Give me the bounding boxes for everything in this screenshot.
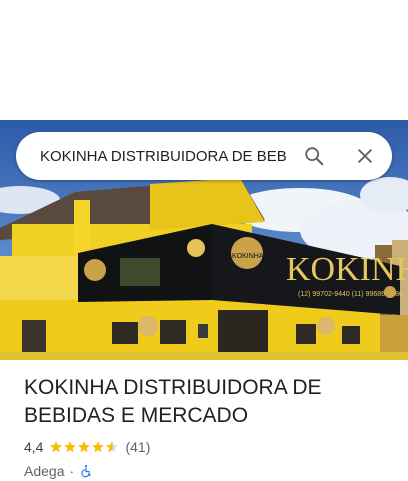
map-top-area: [0, 0, 408, 120]
star-icon: [92, 441, 105, 453]
rating-row[interactable]: 4,4 (41): [24, 437, 384, 457]
review-count[interactable]: (41): [125, 439, 150, 455]
search-bar: [16, 132, 392, 180]
star-half-icon: [106, 441, 119, 453]
search-icon: [305, 147, 324, 166]
sign-main-text: KOKINHA: [286, 251, 408, 288]
sign-small-logo: KOKINHA: [232, 253, 264, 260]
place-info: KOKINHA DISTRIBUIDORA DE BEBIDAS E MERCA…: [24, 374, 384, 481]
star-icon: [64, 441, 77, 453]
category-row: Adega ·: [24, 461, 384, 481]
place-title[interactable]: KOKINHA DISTRIBUIDORA DE BEBIDAS E MERCA…: [24, 374, 384, 430]
star-icon: [78, 441, 91, 453]
place-category: Adega: [24, 463, 65, 479]
star-rating: [49, 440, 119, 454]
search-input[interactable]: [40, 147, 288, 165]
star-icon: [50, 441, 63, 453]
separator-dot: ·: [69, 463, 75, 479]
wheelchair-accessible-icon: [81, 465, 91, 478]
search-button[interactable]: [290, 132, 338, 180]
rating-value: 4,4: [24, 439, 44, 455]
clear-button[interactable]: [341, 132, 389, 180]
close-icon: [358, 149, 372, 163]
